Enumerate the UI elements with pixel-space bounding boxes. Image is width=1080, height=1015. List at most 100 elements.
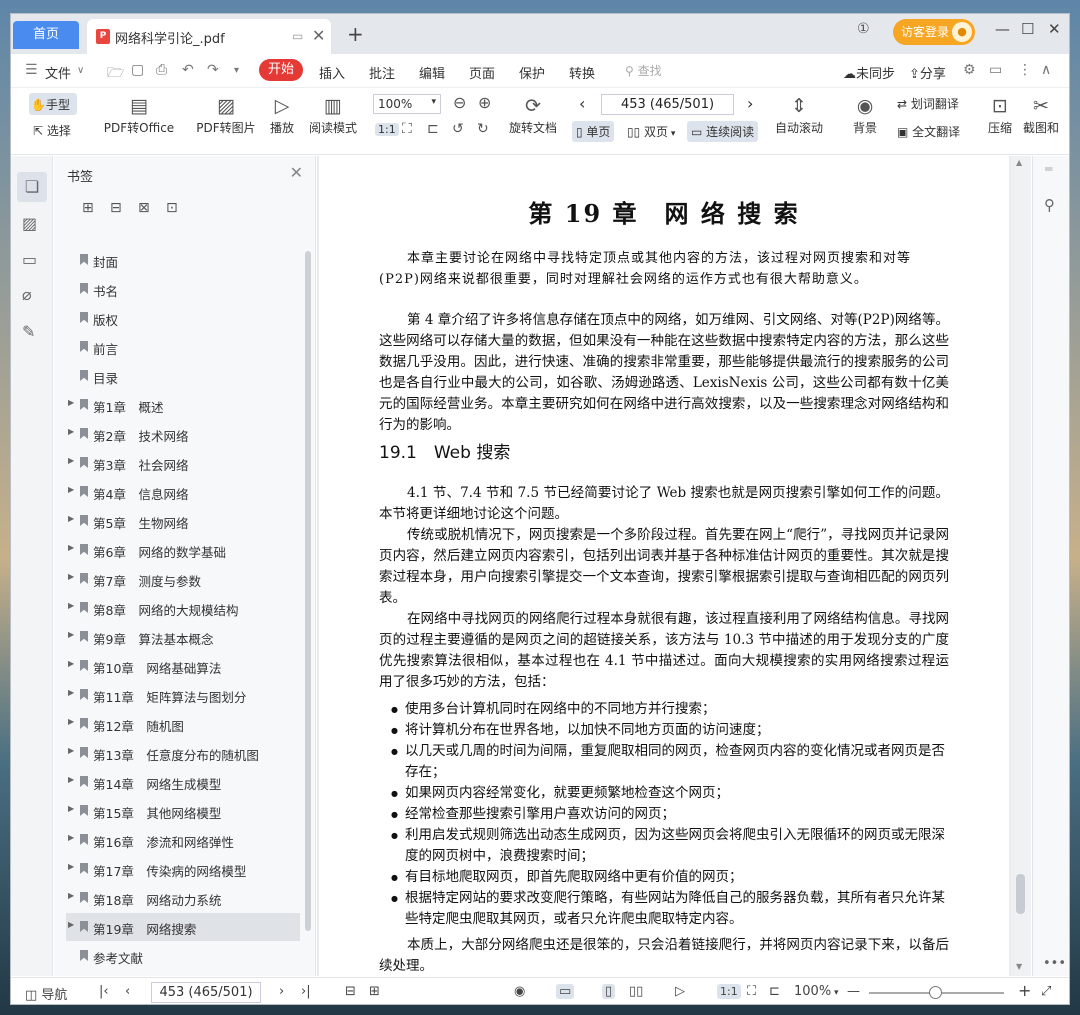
expand-arrow-icon[interactable]: ▶ [68,717,74,726]
menu-insert[interactable]: 插入 [319,63,345,82]
redo-icon[interactable]: ↷ [207,62,219,78]
add-bookmark-icon[interactable]: ⊞ [82,200,94,216]
guest-login-button[interactable]: 访客登录 ● [893,19,975,45]
document-tab[interactable]: P 网络科学引论_.pdf ▭ ✕ [87,19,331,54]
undo-icon[interactable]: ↶ [182,62,194,78]
more-dropdown-icon[interactable]: ▾ [234,65,239,76]
bookmark-item[interactable]: ▶ 第16章 渗流和网络弹性 [54,826,300,854]
expand-arrow-icon[interactable]: ▶ [68,456,74,465]
bookmark-add-icon[interactable]: ⊠ [138,200,150,216]
status-zoom[interactable]: 100% ▾ [794,984,839,999]
expand-arrow-icon[interactable]: ▶ [68,920,74,929]
zoom-in-icon[interactable]: + [1018,981,1031,1000]
start-tab[interactable]: 开始 [259,59,303,81]
panel-scrollbar[interactable] [305,251,311,931]
rotate-document-button[interactable]: ⟳ 旋转文档 [507,93,559,136]
fit-page-icon[interactable]: ⛶ [402,121,412,137]
expand-arrow-icon[interactable]: ▶ [68,746,74,755]
bookmark-item[interactable]: ▶ 第9章 算法基本概念 [54,623,300,651]
expand-arrow-icon[interactable]: ▶ [68,630,74,639]
continuous-read-button[interactable]: ▭ 连续阅读 [687,121,759,142]
maximize-icon[interactable]: ☐ [1021,20,1034,38]
scroll-thumb[interactable] [1016,874,1025,914]
page-number-input[interactable]: 453 (465/501) [601,94,734,115]
bookmark-item[interactable]: 目录 [54,362,300,390]
ai-search-icon[interactable]: ⚲ [1044,196,1055,214]
expand-arrow-icon[interactable]: ▶ [68,514,74,523]
scroll-up-icon[interactable]: ▲ [1016,158,1022,167]
hand-tool-button[interactable]: ✋手型 [29,93,77,115]
zoom-out-icon[interactable]: ⊖ [453,93,466,112]
home-tab[interactable]: 首页 [13,21,79,49]
zoom-select[interactable]: 100% ▾ [373,94,441,114]
open-folder-icon[interactable]: 🗁 [107,62,124,86]
expand-arrow-icon[interactable]: ▶ [68,804,74,813]
expand-arrow-icon[interactable]: ▶ [68,833,74,842]
pin-tab-icon[interactable]: ▭ [292,29,303,43]
close-window-icon[interactable]: ✕ [1048,20,1061,38]
bookmark-item[interactable]: ▶ 第4章 信息网络 [54,478,300,506]
bookmark-item[interactable]: 版权 [54,304,300,332]
bookmark-item[interactable]: ▶ 第3章 社会网络 [54,449,300,477]
bookmark-item[interactable]: ▶ 第14章 网络生成模型 [54,768,300,796]
auto-scroll-button[interactable]: ⇕ 自动滚动 [769,93,829,136]
minimize-icon[interactable]: — [995,20,1010,38]
fullscreen-icon[interactable]: ⤢ [1041,984,1051,999]
bookmark-item[interactable]: 参考文献 [54,942,300,970]
drag-handle-icon[interactable]: ═ [1045,162,1052,176]
next-page-icon[interactable]: › [747,94,753,113]
bookmark-item[interactable]: ▶ 第7章 测度与参数 [54,565,300,593]
bookmark-item[interactable]: ▶ 第1章 概述 [54,391,300,419]
zoom-slider-knob[interactable] [929,986,942,999]
full-translate-button[interactable]: ▣ 全文翻译 [897,123,960,140]
menu-page[interactable]: 页面 [469,63,495,82]
double-page-button[interactable]: ▯▯ 双页 ▾ [627,123,675,140]
screenshot-button[interactable]: ✂ 截图和 [1023,93,1059,136]
bookmark-item[interactable]: ▶ 第15章 其他网络模型 [54,797,300,825]
nav-toggle[interactable]: ◫ 导航 [25,984,67,1003]
first-page-icon[interactable]: |‹ [99,984,109,999]
bookmark-item[interactable]: ▶ 第11章 矩阵算法与图划分 [54,681,300,709]
bookmark-item[interactable]: ▶ 第5章 生物网络 [54,507,300,535]
close-tab-icon[interactable]: ✕ [312,26,325,45]
word-translate-button[interactable]: ⇄ 划词翻译 [897,95,959,112]
bookmark-item[interactable]: ▶ 第6章 网络的数学基础 [54,536,300,564]
bookmark-item[interactable]: 书名 [54,275,300,303]
rotate-left-icon[interactable]: ↺ [452,121,464,137]
scroll-down-icon[interactable]: ▼ [1016,962,1022,971]
bookmark-item[interactable]: ▶ 第10章 网络基础算法 [54,652,300,680]
rotate-right-icon[interactable]: ↻ [477,121,489,137]
prev-page-icon[interactable]: ‹ [125,984,130,999]
bookmark-item[interactable]: 前言 [54,333,300,361]
remove-bookmark-icon[interactable]: ⊟ [110,200,122,216]
status-page-input[interactable]: 453 (465/501) [151,982,261,1003]
expand-arrow-icon[interactable]: ▶ [68,485,74,494]
expand-arrow-icon[interactable]: ▶ [68,891,74,900]
expand-arrow-icon[interactable]: ▶ [68,601,74,610]
print-icon[interactable]: ⎙ [156,62,167,78]
play-button[interactable]: ▷ 播放 [266,93,298,136]
bookmark-panel-icon[interactable]: ❏ [17,172,47,202]
chevron-down-icon[interactable]: ∨ [77,65,84,76]
select-tool-button[interactable]: ⇱ 选择 [33,122,71,139]
more-icon[interactable]: ⋮ [1018,62,1032,78]
menu-annotate[interactable]: 批注 [369,63,395,82]
zoom-out-icon[interactable]: — [847,984,860,999]
thumbnail-icon[interactable]: ▨ [22,214,37,233]
expand-arrow-icon[interactable]: ▶ [68,572,74,581]
bookmark-item[interactable]: ▶ 第12章 随机图 [54,710,300,738]
fit-page-icon[interactable]: ⛶ [747,984,756,999]
actual-size-icon[interactable]: 1:1 [717,984,741,999]
fit-width-icon[interactable]: ⊏ [427,121,439,137]
expand-arrow-icon[interactable]: ▶ [68,862,74,871]
share-button[interactable]: ⇪分享 [909,63,946,82]
sync-status[interactable]: ☁未同步 [843,63,895,82]
prev-page-icon[interactable]: ‹ [579,94,585,113]
bookmark-item[interactable]: ▶ 第18章 网络动力系统 [54,884,300,912]
actual-size-icon[interactable]: 1:1 [375,123,399,136]
expand-arrow-icon[interactable]: ▶ [68,427,74,436]
bookmark-item[interactable]: ▶ 第17章 传染病的网络模型 [54,855,300,883]
comment-panel-icon[interactable]: ▭ [22,250,37,269]
new-tab-button[interactable]: + [347,22,364,46]
bookmark-item[interactable]: 索引 [54,971,300,976]
